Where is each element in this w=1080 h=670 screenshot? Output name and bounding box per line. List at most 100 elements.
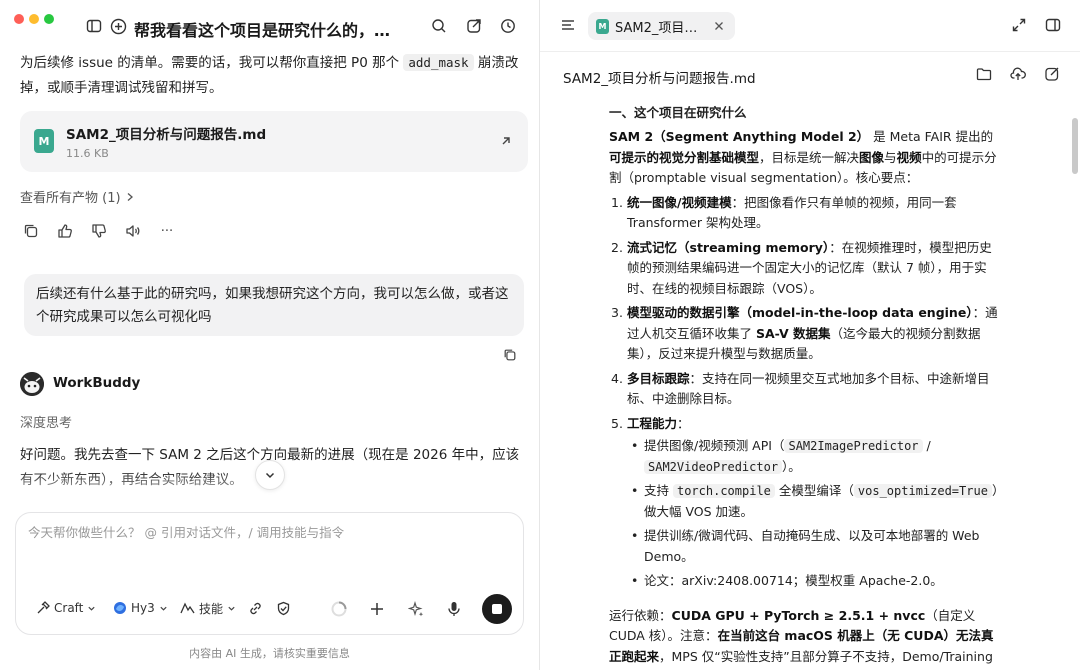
copy-icon[interactable] (503, 347, 521, 365)
microphone-icon (448, 602, 460, 616)
intro-paragraph: SAM 2（Segment Anything Model 2） 是 Meta F… (609, 127, 1004, 189)
chevron-down-icon (228, 606, 235, 611)
app-window: 帮我看看这个项目是研究什么的，有... 为后续修 issue 的清单。需要的话，… (0, 0, 1080, 670)
document-pane: M SAM2_项目分... SAM2_项目分析与问题报告.md 一、这个项目在研… (540, 0, 1080, 670)
chat-titlebar: 帮我看看这个项目是研究什么的，有... (0, 0, 539, 54)
maximize-window-button[interactable] (44, 14, 54, 24)
document-body: 一、这个项目在研究什么 SAM 2（Segment Anything Model… (609, 103, 1004, 670)
list-item-title: 工程能力 (627, 415, 678, 431)
close-icon[interactable] (713, 20, 725, 32)
file-size: 11.6 KB (66, 147, 109, 160)
deps-text: CUDA GPU + PyTorch ≥ 2.5.1 + nvcc (671, 607, 926, 623)
user-message: 后续还有什么基于此的研究吗，如果我想研究这个方向，我可以怎么做，或者这个研究成果… (24, 274, 524, 336)
chat-pane: 帮我看看这个项目是研究什么的，有... 为后续修 issue 的清单。需要的话，… (0, 0, 539, 670)
deep-thinking-toggle[interactable]: 深度思考 (20, 412, 72, 431)
intro-text: 图像 (859, 149, 885, 165)
model-label: Hy3 (131, 601, 155, 615)
model-dropdown[interactable]: Hy3 (113, 598, 168, 618)
tab-label: SAM2_项目分... (615, 20, 707, 36)
markdown-file-icon: M (596, 18, 609, 34)
message-input[interactable] (28, 525, 508, 540)
list-number: 4. (611, 370, 623, 386)
share-icon[interactable] (464, 16, 484, 36)
previous-message-text: 掉，或顺手清理调试残留和拼写。 (20, 80, 223, 96)
intro-text: 是 Meta FAIR 提出的 (869, 129, 994, 144)
sparkle-enhance-button[interactable] (401, 594, 431, 624)
document-tabbar: M SAM2_项目分... (540, 0, 1080, 52)
model-logo-icon (114, 602, 126, 614)
upload-icon[interactable] (1010, 66, 1028, 84)
list-number: 1. (611, 194, 623, 210)
previous-message: 为后续修 issue 的清单。需要的话，我可以帮你直接把 P0 那个 add_m… (20, 50, 525, 101)
list-item: 5.工程能力： 提供图像/视频预测 API（SAM2ImagePredictor… (609, 414, 1004, 592)
message-actions: ··· (20, 220, 178, 242)
link-icon[interactable] (248, 598, 263, 618)
minimize-window-button[interactable] (29, 14, 39, 24)
scrollbar[interactable] (1072, 118, 1078, 174)
chevron-down-icon (265, 472, 275, 479)
panel-toggle-icon[interactable] (1045, 17, 1063, 35)
intro-text: 可提示的视觉分割基础模型 (609, 149, 760, 165)
open-external-icon[interactable] (498, 133, 514, 149)
craft-mode-dropdown[interactable]: Craft (36, 598, 96, 618)
inline-code: torch.compile (672, 484, 775, 498)
folder-icon[interactable] (976, 66, 994, 84)
add-attachment-button[interactable] (362, 594, 392, 624)
list-number: 3. (611, 305, 623, 320)
list-item: 4. 多目标跟踪：支持在同一视频里交互式地加多个目标、中途新增目标、中途删除目标。 (609, 369, 1004, 410)
search-icon[interactable] (429, 16, 449, 36)
stop-icon (492, 604, 502, 614)
expand-icon[interactable] (1011, 17, 1029, 35)
history-icon[interactable] (498, 16, 518, 36)
edit-icon[interactable] (1044, 66, 1062, 84)
ai-disclaimer: 内容由 AI 生成，请核实重要信息 (189, 647, 350, 660)
list-item-title: 流式记忆（streaming memory） (627, 239, 830, 255)
list-number: 5. (611, 415, 623, 431)
list-item-text: ： (677, 415, 690, 431)
new-chat-icon[interactable] (108, 16, 128, 36)
stop-generating-button[interactable] (482, 594, 512, 624)
thumbs-up-icon[interactable] (54, 220, 76, 242)
bullet-item: 提供训练/微调代码、自动掩码生成、以及可本地部署的 Web Demo。 (627, 526, 1004, 567)
previous-message-text: 为后续修 issue 的清单。需要的话，我可以帮你直接把 P0 那个 (20, 55, 400, 71)
scroll-to-bottom-button[interactable] (255, 460, 285, 490)
voice-input-button[interactable] (439, 594, 469, 624)
list-item: 3. 模型驱动的数据引擎（model-in-the-loop data engin… (609, 303, 1004, 365)
close-window-button[interactable] (14, 14, 24, 24)
craft-label: Craft (54, 601, 84, 615)
intro-text: 视频 (896, 149, 922, 165)
inline-code: vos_optimized=True (853, 484, 992, 498)
copy-icon[interactable] (20, 220, 42, 242)
inline-code: SAM2ImagePredictor (784, 439, 923, 453)
assistant-name: WorkBuddy (53, 375, 141, 391)
list-item: 2. 流式记忆（streaming memory）：在视频推理时，模型把历史帧的预… (609, 238, 1004, 300)
avatar (20, 372, 44, 396)
skills-icon (180, 602, 195, 614)
file-artifact-card[interactable]: M SAM2_项目分析与问题报告.md 11.6 KB (20, 111, 528, 172)
bullet-text: 提供图像/视频预测 API（ (644, 438, 785, 453)
key-points-list: 1. 统一图像/视频建模：把图像看作只有单帧的视频，用同一套 Transforme… (609, 193, 1004, 592)
shield-check-icon[interactable] (276, 598, 291, 618)
tab-sam2-report[interactable]: M SAM2_项目分... (588, 12, 735, 40)
speaker-icon[interactable] (122, 220, 144, 242)
sparkle-icon (407, 600, 423, 616)
list-item-title: 统一图像/视频建模 (627, 194, 732, 210)
bullet-item: 提供图像/视频预测 API（SAM2ImagePredictor / SAM2V… (627, 436, 1004, 477)
inline-code: SAM2VideoPredictor (644, 459, 783, 474)
intro-text: 与 (884, 149, 897, 165)
menu-icon[interactable] (560, 17, 576, 33)
bullet-text: ）。 (782, 458, 801, 474)
deps-text: ，MPS 仅“实验性支持”且部分算子不支持，Demo/Training 基本不可 (609, 648, 993, 670)
skills-dropdown[interactable]: 技能 (180, 598, 236, 618)
file-name: SAM2_项目分析与问题报告.md (66, 127, 267, 143)
intro-text: SAM 2（Segment Anything Model 2） (609, 129, 870, 144)
bullet-item: 支持 torch.compile 全模型编译（vos_optimized=Tru… (627, 481, 1004, 522)
thumbs-down-icon[interactable] (88, 220, 110, 242)
list-item-title: 多目标跟踪 (627, 370, 690, 386)
view-all-artifacts-link[interactable]: 查看所有产物 (1) (20, 187, 135, 206)
section-heading: 一、这个项目在研究什么 (609, 105, 747, 120)
more-icon[interactable]: ··· (156, 220, 178, 242)
sidebar-toggle-icon[interactable] (84, 16, 104, 36)
skills-label: 技能 (199, 601, 224, 616)
previous-message-text: 崩溃改 (477, 55, 519, 71)
